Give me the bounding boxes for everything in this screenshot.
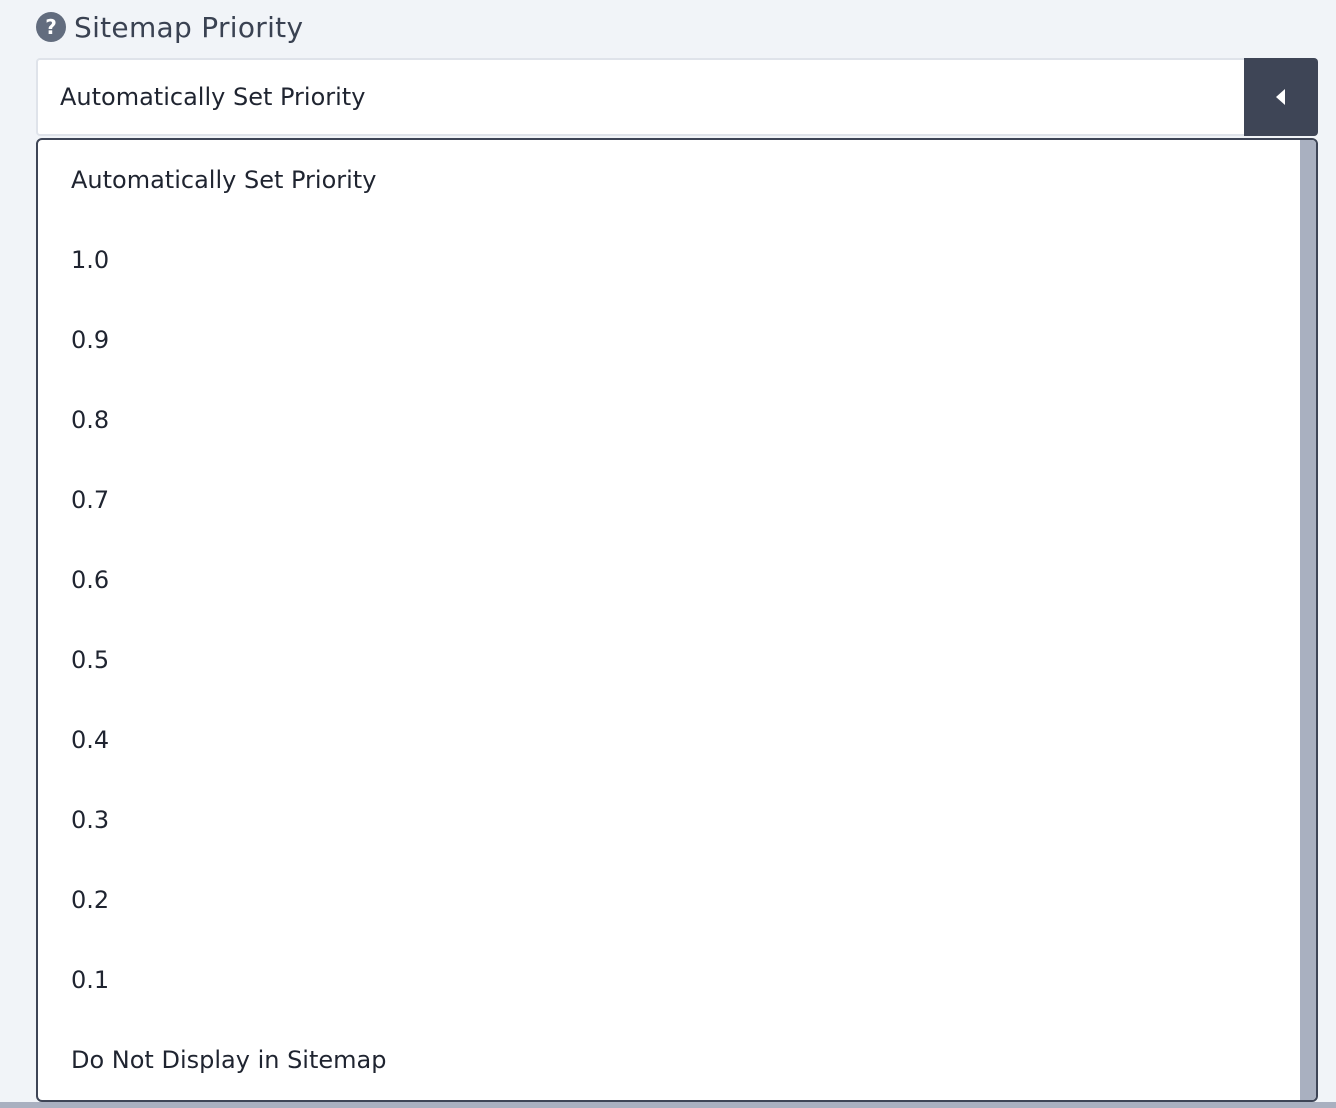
option-item[interactable]: 0.3 [38,780,1298,860]
option-item[interactable]: 0.9 [38,300,1298,380]
page-scrollbar[interactable] [0,1102,1336,1108]
field-label: ? Sitemap Priority [36,10,303,44]
option-item[interactable]: 0.1 [38,940,1298,1020]
select-toggle-button[interactable] [1244,58,1318,136]
field-label-text: Sitemap Priority [74,10,304,44]
option-item[interactable]: 1.0 [38,220,1298,300]
option-item[interactable]: 0.6 [38,540,1298,620]
option-item[interactable]: 0.7 [38,460,1298,540]
option-item[interactable]: 0.2 [38,860,1298,940]
dropdown-scrollbar[interactable] [1300,140,1316,1100]
question-circle-icon[interactable]: ? [36,12,66,42]
option-item[interactable]: 0.5 [38,620,1298,700]
priority-dropdown-list: Automatically Set Priority 1.0 0.9 0.8 0… [36,138,1318,1102]
option-list: Automatically Set Priority 1.0 0.9 0.8 0… [38,140,1298,1100]
select-current-value: Automatically Set Priority [60,83,366,111]
priority-select[interactable]: Automatically Set Priority [36,58,1318,136]
option-item[interactable]: Automatically Set Priority [38,140,1298,220]
option-item[interactable]: 0.8 [38,380,1298,460]
option-item[interactable]: Do Not Display in Sitemap [38,1020,1298,1100]
option-item[interactable]: 0.4 [38,700,1298,780]
caret-left-icon [1275,89,1285,105]
